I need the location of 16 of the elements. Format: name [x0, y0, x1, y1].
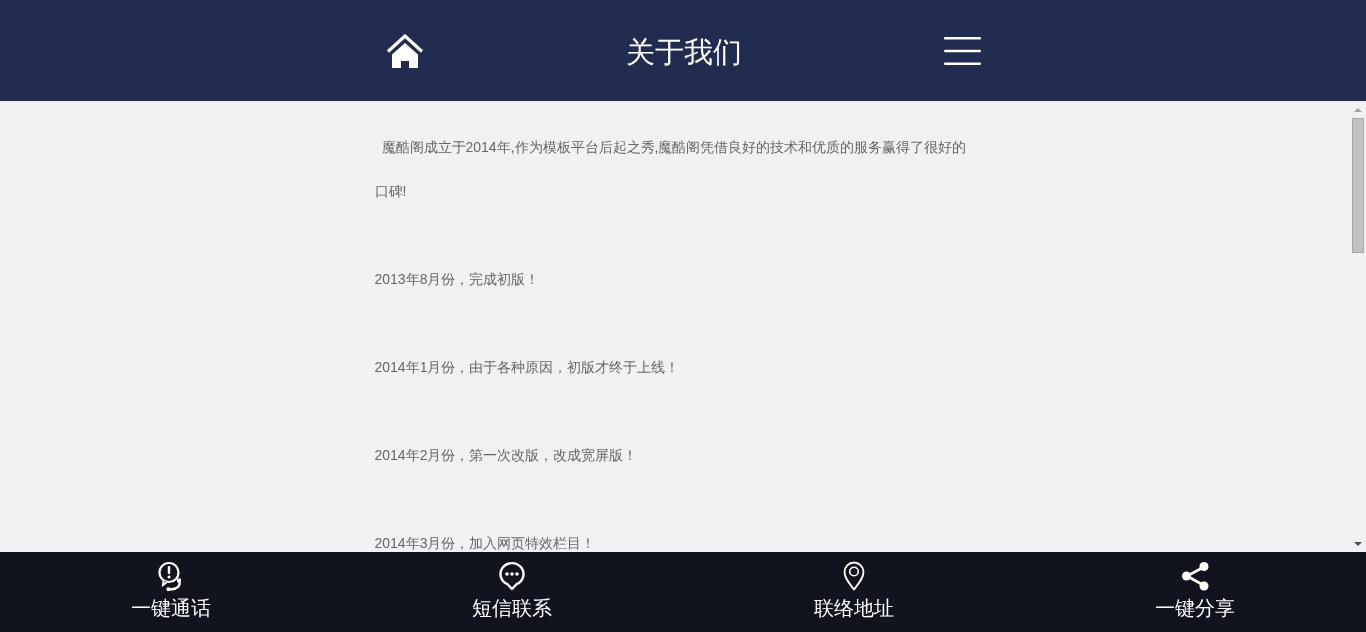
home-icon[interactable]: [386, 33, 424, 68]
footer-nav-link[interactable]: 一键分享: [1155, 552, 1236, 632]
scrollbar-thumb[interactable]: [1352, 118, 1364, 253]
paragraph-text: 魔酷阁成立于2014年,作为模板平台后起之秀,魔酷阁凭借良好的技术和优质的服务赢得了很好的口碑!: [374, 138, 968, 201]
paragraph-text: 2014年3月份，加入网页特效栏目！: [374, 534, 597, 552]
paragraph-text: 2013年8月份，完成初版！: [374, 270, 541, 289]
page-title: 关于我们: [626, 35, 742, 70]
scroll-down-icon[interactable]: [1353, 541, 1362, 546]
paragraph-text: 2014年1月份，由于各种原因，初版才终于上线！: [374, 358, 681, 377]
footer-nav-link[interactable]: 一键通话: [130, 552, 211, 632]
share-icon: [1180, 561, 1211, 591]
chat-bubble-icon: [497, 561, 528, 591]
paragraph-text: 2014年2月份，第一次改版，改成宽屏版！: [374, 446, 639, 465]
footer-nav-link[interactable]: 联络地址: [813, 552, 894, 632]
menu-icon[interactable]: [944, 36, 981, 65]
footer-nav-link[interactable]: 短信联系: [472, 552, 553, 632]
